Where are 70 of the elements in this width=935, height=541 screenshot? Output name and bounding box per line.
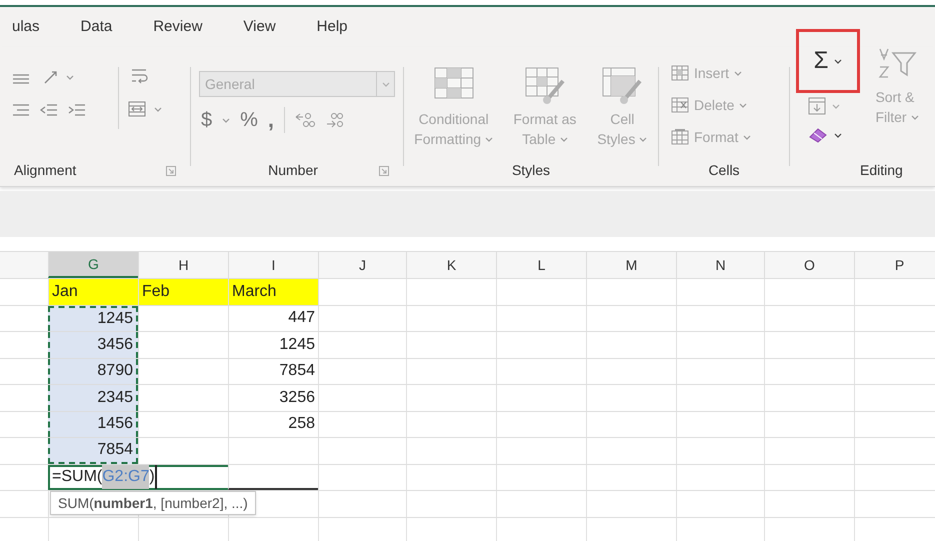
caret-icon	[382, 82, 390, 86]
group-label: Number	[268, 160, 318, 180]
formula-input[interactable]: =SUM(G2:G7)	[48, 464, 228, 490]
caret-icon	[832, 104, 840, 108]
function-tooltip: SUM(number1, [number2], ...)	[50, 491, 256, 515]
column-header[interactable]: P	[854, 252, 935, 278]
column-header[interactable]: J	[318, 252, 406, 278]
table-cell: 7854	[228, 358, 318, 384]
increase-indent-icon[interactable]	[68, 103, 86, 117]
group-label: Alignment	[14, 160, 76, 180]
menu-tab[interactable]: Review	[153, 16, 202, 38]
table-cell: 258	[228, 412, 318, 437]
caret-icon	[734, 70, 742, 76]
percent-button[interactable]: %	[240, 105, 258, 135]
caret-icon	[66, 74, 74, 80]
column-header[interactable]: N	[676, 252, 764, 278]
eraser-icon[interactable]	[808, 127, 828, 143]
column-header[interactable]: K	[406, 252, 496, 278]
group-label: Styles	[512, 160, 550, 180]
table-cell: 1245	[228, 332, 318, 358]
menu-tab[interactable]: ulas	[12, 16, 40, 38]
caret-icon	[739, 102, 748, 108]
caret-icon	[154, 106, 162, 112]
column-header[interactable]: I	[228, 252, 318, 278]
table-icon	[671, 129, 689, 145]
menu-tab[interactable]: Data	[80, 16, 112, 38]
align-right-icon[interactable]	[12, 103, 30, 117]
table-icon	[602, 67, 642, 105]
wrap-text-icon[interactable]	[130, 67, 148, 85]
fill-down-icon[interactable]	[808, 97, 826, 115]
table-cell: Feb	[138, 279, 228, 304]
autosum-button[interactable]: Σ	[796, 29, 860, 93]
column-header[interactable]: O	[764, 252, 854, 278]
caret-icon	[560, 136, 568, 142]
table-cell: 3256	[228, 385, 318, 410]
table-cell: 1245	[48, 306, 138, 331]
table-cell: 2345	[48, 385, 138, 410]
column-header[interactable]: H	[138, 252, 228, 278]
column-header[interactable]: G	[48, 252, 138, 278]
decrease-indent-icon[interactable]	[40, 103, 58, 117]
table-icon	[524, 67, 565, 105]
menu-tab[interactable]: View	[243, 16, 276, 38]
group-label: Cells	[708, 160, 740, 180]
table-cell: 3456	[48, 332, 138, 358]
table-cell: Jan	[48, 279, 138, 304]
dialog-launcher-icon[interactable]	[379, 166, 389, 176]
comma-style-button[interactable]: ,	[268, 109, 274, 131]
column-header[interactable]: L	[496, 252, 586, 278]
dialog-launcher-icon[interactable]	[166, 166, 176, 176]
table-icon	[671, 65, 689, 81]
column-header[interactable]: M	[586, 252, 676, 278]
table-cell: 8790	[48, 358, 138, 384]
caret-icon	[834, 132, 842, 138]
currency-button[interactable]: $	[201, 105, 212, 135]
table-icon	[671, 97, 689, 113]
caret-icon	[743, 134, 752, 140]
group-label: Editing	[860, 160, 903, 180]
caret-icon	[485, 136, 494, 142]
caret-icon	[222, 118, 230, 122]
table-cell: 7854	[48, 438, 138, 464]
caret-icon	[910, 114, 919, 120]
decrease-decimal-icon[interactable]	[325, 112, 346, 128]
caret-icon	[834, 58, 842, 64]
table-cell: 447	[228, 306, 318, 331]
table-cell: March	[228, 279, 318, 304]
caret-icon	[639, 136, 648, 142]
table-cell: 1456	[48, 412, 138, 437]
merge-cells-icon[interactable]	[128, 101, 146, 117]
increase-decimal-icon[interactable]	[295, 112, 316, 128]
menu-tab[interactable]: Help	[316, 16, 348, 38]
